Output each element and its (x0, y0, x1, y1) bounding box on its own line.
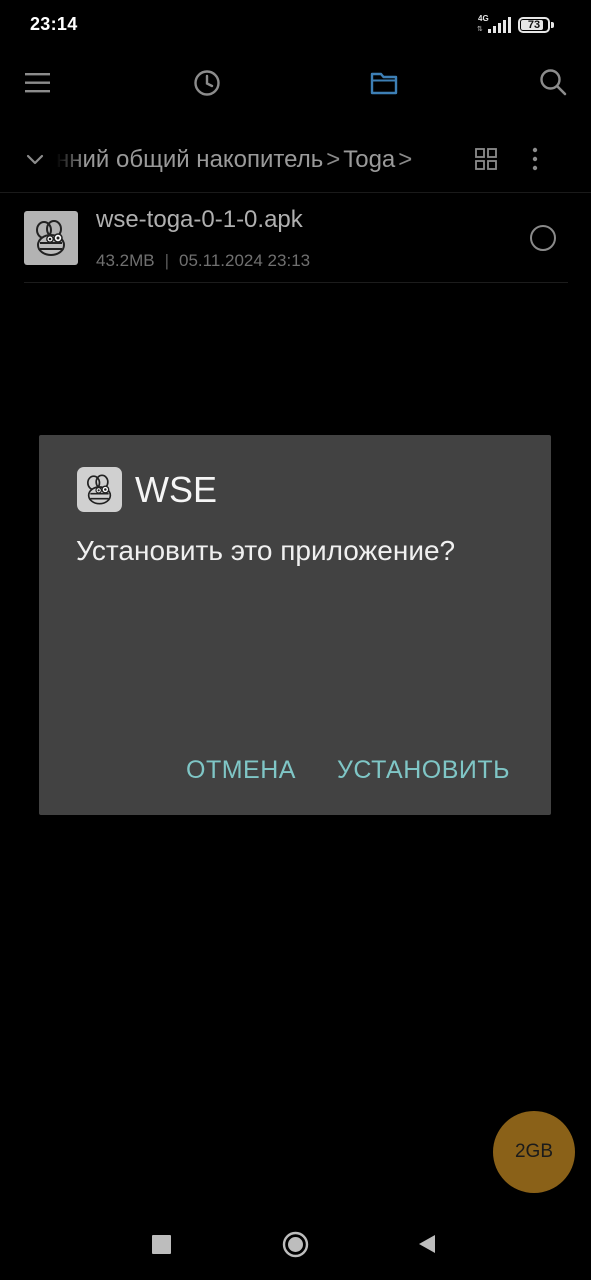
breadcrumb: нний общий накопитель > Toga > (56, 143, 461, 177)
breadcrumb-item-toga[interactable]: Toga (343, 143, 395, 177)
recents-icon[interactable] (152, 1235, 171, 1254)
divider (0, 192, 591, 193)
storage-badge-label: 2GB (514, 1141, 554, 1162)
breadcrumb-separator: > (326, 146, 341, 173)
battery-level: 73 (527, 19, 541, 31)
battery-icon: 73 (518, 17, 550, 33)
file-size: 43.2MB (96, 251, 155, 270)
home-icon[interactable] (282, 1231, 309, 1258)
breadcrumb-separator: > (398, 146, 413, 173)
divider (24, 282, 568, 283)
breadcrumb-item-storage[interactable]: нний общий накопитель (56, 143, 323, 177)
app-icon (77, 467, 122, 512)
data-arrows-icon: ⇅ (477, 26, 483, 33)
folder-icon[interactable] (369, 68, 399, 98)
dialog-app-name: WSE (135, 469, 218, 510)
search-icon[interactable] (538, 67, 568, 97)
status-time: 23:14 (30, 14, 78, 34)
apk-file-icon (24, 211, 78, 265)
install-button[interactable]: УСТАНОВИТЬ (323, 747, 524, 793)
select-radio[interactable] (530, 225, 556, 251)
menu-icon[interactable] (23, 68, 53, 98)
meta-separator: | (164, 251, 170, 270)
dialog-question: Установить это приложение? (76, 535, 456, 566)
chevron-down-icon[interactable] (25, 150, 45, 168)
storage-badge[interactable]: 2GB (493, 1111, 575, 1193)
recent-clock-icon[interactable] (192, 68, 222, 98)
more-options-icon[interactable] (530, 146, 540, 172)
signal-icon (488, 17, 512, 33)
file-meta: 43.2MB | 05.11.2024 23:13 (96, 251, 310, 271)
grid-view-icon[interactable] (475, 148, 497, 170)
battery-tip (551, 22, 554, 28)
cancel-button[interactable]: ОТМЕНА (172, 747, 310, 793)
file-name: wse-toga-0-1-0.apk (96, 206, 303, 233)
file-date: 05.11.2024 23:13 (179, 251, 311, 270)
back-icon[interactable] (417, 1233, 437, 1255)
